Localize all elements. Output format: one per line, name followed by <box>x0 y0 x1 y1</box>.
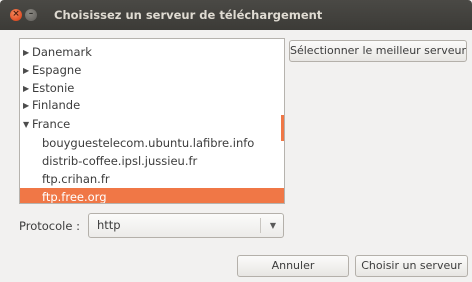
list-item-label: ftp.free.org <box>42 190 107 204</box>
list-item-label: ftp.crihan.fr <box>42 172 110 186</box>
select-divider <box>260 218 261 233</box>
list-item-label: France <box>32 117 71 131</box>
list-item-finlande[interactable]: ▶ Finlande <box>20 96 284 115</box>
expander-down-icon[interactable]: ▼ <box>23 115 29 134</box>
window-title: Choisissez un serveur de téléchargement <box>54 8 323 22</box>
list-item-server[interactable]: distrib-coffee.ipsl.jussieu.fr <box>20 152 284 171</box>
expander-right-icon[interactable]: ▶ <box>23 43 29 62</box>
list-item-server-selected[interactable]: ftp.free.org <box>20 188 284 204</box>
select-best-server-button[interactable]: Sélectionner le meilleur serveur <box>289 40 467 62</box>
expander-right-icon[interactable]: ▶ <box>23 96 29 115</box>
choose-server-button[interactable]: Choisir un serveur <box>355 255 468 277</box>
list-item-label: Espagne <box>32 63 82 77</box>
list-item-label: distrib-coffee.ipsl.jussieu.fr <box>42 154 198 168</box>
minimize-icon[interactable]: – <box>25 9 37 21</box>
close-icon[interactable]: × <box>10 9 22 21</box>
expander-right-icon[interactable]: ▶ <box>23 61 29 80</box>
list-item-danemark[interactable]: ▶ Danemark <box>20 43 284 62</box>
protocol-value: http <box>97 218 121 232</box>
chevron-down-icon[interactable]: ▼ <box>270 214 276 237</box>
protocol-label: Protocole : <box>19 219 80 233</box>
list-item-espagne[interactable]: ▶ Espagne <box>20 61 284 80</box>
protocol-select[interactable]: http ▼ <box>88 213 284 238</box>
cancel-button[interactable]: Annuler <box>237 255 349 277</box>
list-item-server[interactable]: ftp.crihan.fr <box>20 170 284 189</box>
list-item-label: bouyguestelecom.ubuntu.lafibre.info <box>42 136 255 150</box>
server-list[interactable]: ▶ Danemark ▶ Espagne ▶ Estonie ▶ Finland… <box>19 38 285 204</box>
title-bar: × – Choisissez un serveur de téléchargem… <box>0 0 472 30</box>
scrollbar-thumb[interactable] <box>281 115 284 141</box>
list-item-france[interactable]: ▼ France <box>20 115 284 134</box>
list-item-label: Finlande <box>32 98 81 112</box>
list-item-label: Danemark <box>32 45 92 59</box>
list-item-server[interactable]: bouyguestelecom.ubuntu.lafibre.info <box>20 134 284 153</box>
